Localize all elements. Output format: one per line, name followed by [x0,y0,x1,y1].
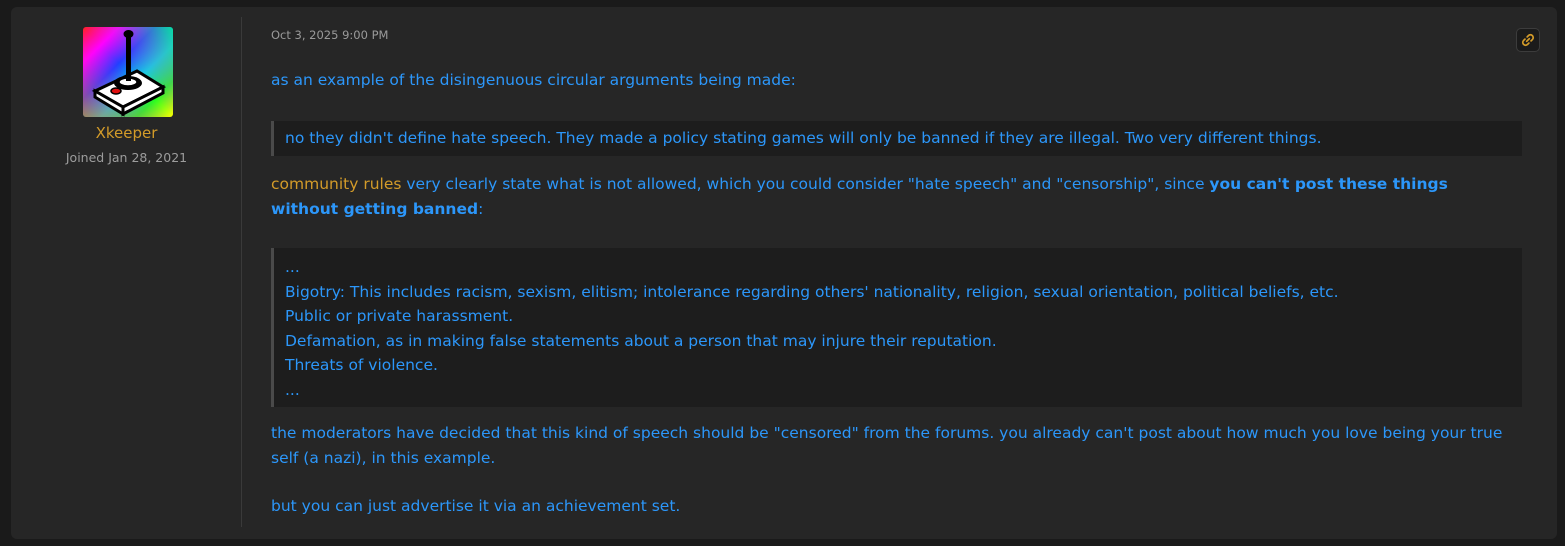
author-joined-date: Joined Jan 28, 2021 [65,150,188,165]
post-paragraph: the moderators have decided that this ki… [271,424,1503,467]
author-name[interactable]: Xkeeper [11,124,242,142]
paragraph-text: very clearly state what is not allowed, … [401,175,1210,193]
link-icon [1521,33,1535,47]
quote-line: Defamation, as in making false statement… [285,331,997,350]
post-paragraph: as an example of the disingenuous circul… [271,71,796,89]
quote-line: Bigotry: This includes racism, sexism, e… [285,282,1339,301]
permalink-button[interactable] [1516,28,1540,52]
joystick-icon [83,27,173,117]
post-timestamp: Oct 3, 2025 9:00 PM [271,28,389,42]
community-rules-link[interactable]: community rules [271,175,401,193]
post-paragraph: community rules very clearly state what … [271,172,1511,222]
post-paragraph: but you can just advertise it via an ach… [271,497,681,515]
paragraph-text: : [478,200,484,218]
quote-line: ... [285,380,300,399]
forum-post: Xkeeper Joined Jan 28, 2021 Oct 3, 2025 … [11,7,1557,539]
blockquote: no they didn't define hate speech. They … [271,121,1522,156]
post-divider [241,17,242,527]
blockquote: ... Bigotry: This includes racism, sexis… [271,248,1522,407]
quote-line: Public or private harassment. [285,307,514,325]
quote-text: no they didn't define hate speech. They … [285,129,1322,147]
quote-line: Threats of violence. [285,356,438,374]
quote-line: ... [285,258,300,276]
user-avatar[interactable] [83,27,173,117]
